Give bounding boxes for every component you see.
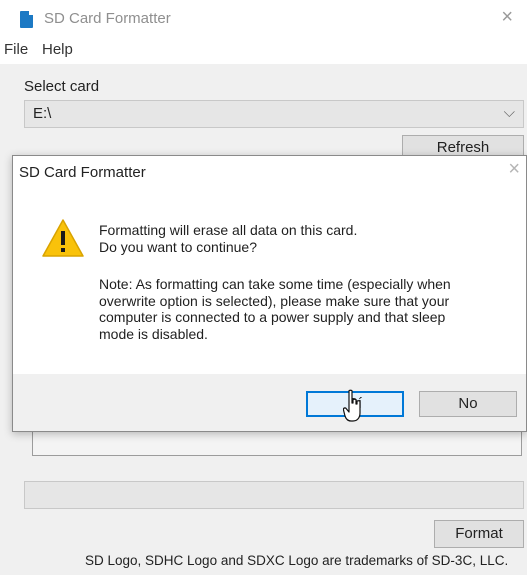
format-button[interactable]: Format <box>434 520 524 548</box>
close-icon[interactable]: × <box>501 6 513 29</box>
menu-file[interactable]: File <box>4 41 28 58</box>
card-select[interactable]: E:\ ⌵ <box>24 100 524 128</box>
card-select-value: E:\ <box>33 105 52 122</box>
menu-bar: File Help <box>0 38 527 64</box>
hand-cursor-icon <box>343 389 361 422</box>
dialog-close-icon[interactable]: × <box>508 158 520 181</box>
no-button[interactable]: No <box>419 391 517 417</box>
dialog-message-line2: Do you want to continue? <box>99 239 257 255</box>
dialog-title: SD Card Formatter <box>19 164 146 181</box>
window-title: SD Card Formatter <box>44 10 171 27</box>
progress-bar <box>24 481 524 509</box>
sd-card-icon <box>20 11 33 28</box>
menu-help[interactable]: Help <box>42 41 73 58</box>
select-card-label: Select card <box>24 78 100 95</box>
trademark-text: SD Logo, SDHC Logo and SDXC Logo are tra… <box>85 553 509 568</box>
dialog-note: Note: As formatting can take some time (… <box>99 276 451 342</box>
confirm-dialog: SD Card Formatter × Formatting will eras… <box>12 155 527 432</box>
title-bar: SD Card Formatter × <box>0 0 527 38</box>
chevron-down-icon: ⌵ <box>503 104 515 121</box>
dialog-footer: Sí No <box>13 374 526 431</box>
warning-icon <box>42 219 84 257</box>
dialog-message-line1: Formatting will erase all data on this c… <box>99 222 358 238</box>
